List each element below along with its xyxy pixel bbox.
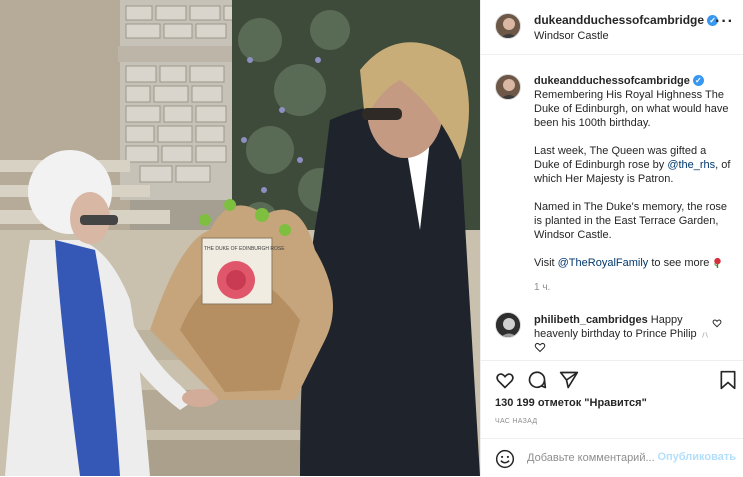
caption-p3: Named in The Duke's memory, the rose is … [534, 201, 728, 241]
rose-emoji-icon [714, 257, 722, 268]
comments-section: dukeandduchessofcambridge ✓ Remembering H… [481, 56, 743, 360]
comment-username[interactable]: philibeth_cambridges [534, 314, 648, 326]
comment-avatar[interactable] [495, 312, 521, 338]
heart-icon[interactable] [495, 370, 515, 390]
comment-item: philibeth_cambridges Happy heavenly birt… [534, 313, 714, 355]
caption-line1: Remembering His Royal Highness The Duke … [534, 89, 729, 129]
caption-username-text[interactable]: dukeandduchessofcambridge [534, 75, 690, 87]
avatar[interactable] [495, 13, 521, 39]
caption-time: 1 ч. [534, 282, 551, 293]
add-comment-bar: Опубликовать [481, 438, 743, 477]
post-header: dukeandduchessofcambridge ✓ Windsor Castl… [481, 0, 743, 55]
caption-p4-before: Visit [534, 257, 558, 269]
likes-count[interactable]: 130 199 отметок "Нравится" [495, 397, 647, 409]
publish-button[interactable]: Опубликовать [657, 451, 736, 463]
add-comment-input[interactable] [527, 450, 677, 466]
verified-badge-icon: ✓ [692, 75, 704, 86]
comment-icon[interactable] [527, 370, 547, 390]
emoji-icon[interactable] [495, 449, 515, 469]
mention-the-rhs[interactable]: @the_rhs [667, 159, 715, 171]
header-username-text[interactable]: dukeandduchessofcambridge [534, 13, 704, 27]
photo-illustration: THE DUKE OF EDINBURGH ROSE [0, 0, 480, 476]
photo-card-text: THE DUKE OF EDINBURGH ROSE [204, 246, 285, 252]
more-options-icon[interactable]: ··· [715, 13, 734, 31]
post-caption: dukeandduchessofcambridge ✓ Remembering H… [534, 74, 734, 284]
caption-avatar[interactable] [495, 74, 521, 100]
header-username[interactable]: dukeandduchessofcambridge ✓ [534, 13, 719, 27]
post-photo[interactable]: THE DUKE OF EDINBURGH ROSE [0, 0, 480, 476]
mention-theroyalfamily[interactable]: @TheRoyalFamily [558, 257, 649, 269]
post-time-ago: ЧАС НАЗАД [495, 418, 538, 425]
post-side-panel: dukeandduchessofcambridge ✓ Windsor Castl… [480, 0, 743, 476]
heart-emoji-icon [534, 342, 546, 353]
caption-p4-after: to see more [648, 257, 710, 269]
instagram-post: THE DUKE OF EDINBURGH ROSE dukeandduches… [0, 0, 743, 476]
hands-emoji-icon [701, 332, 708, 338]
comment-like-heart-icon[interactable] [712, 318, 722, 328]
caption-username[interactable]: dukeandduchessofcambridge ✓ [534, 75, 704, 87]
post-location[interactable]: Windsor Castle [534, 30, 609, 42]
bookmark-icon[interactable] [719, 370, 737, 390]
share-icon[interactable] [559, 370, 579, 390]
post-actions: 130 199 отметок "Нравится" ЧАС НАЗАД Опу… [481, 360, 743, 476]
